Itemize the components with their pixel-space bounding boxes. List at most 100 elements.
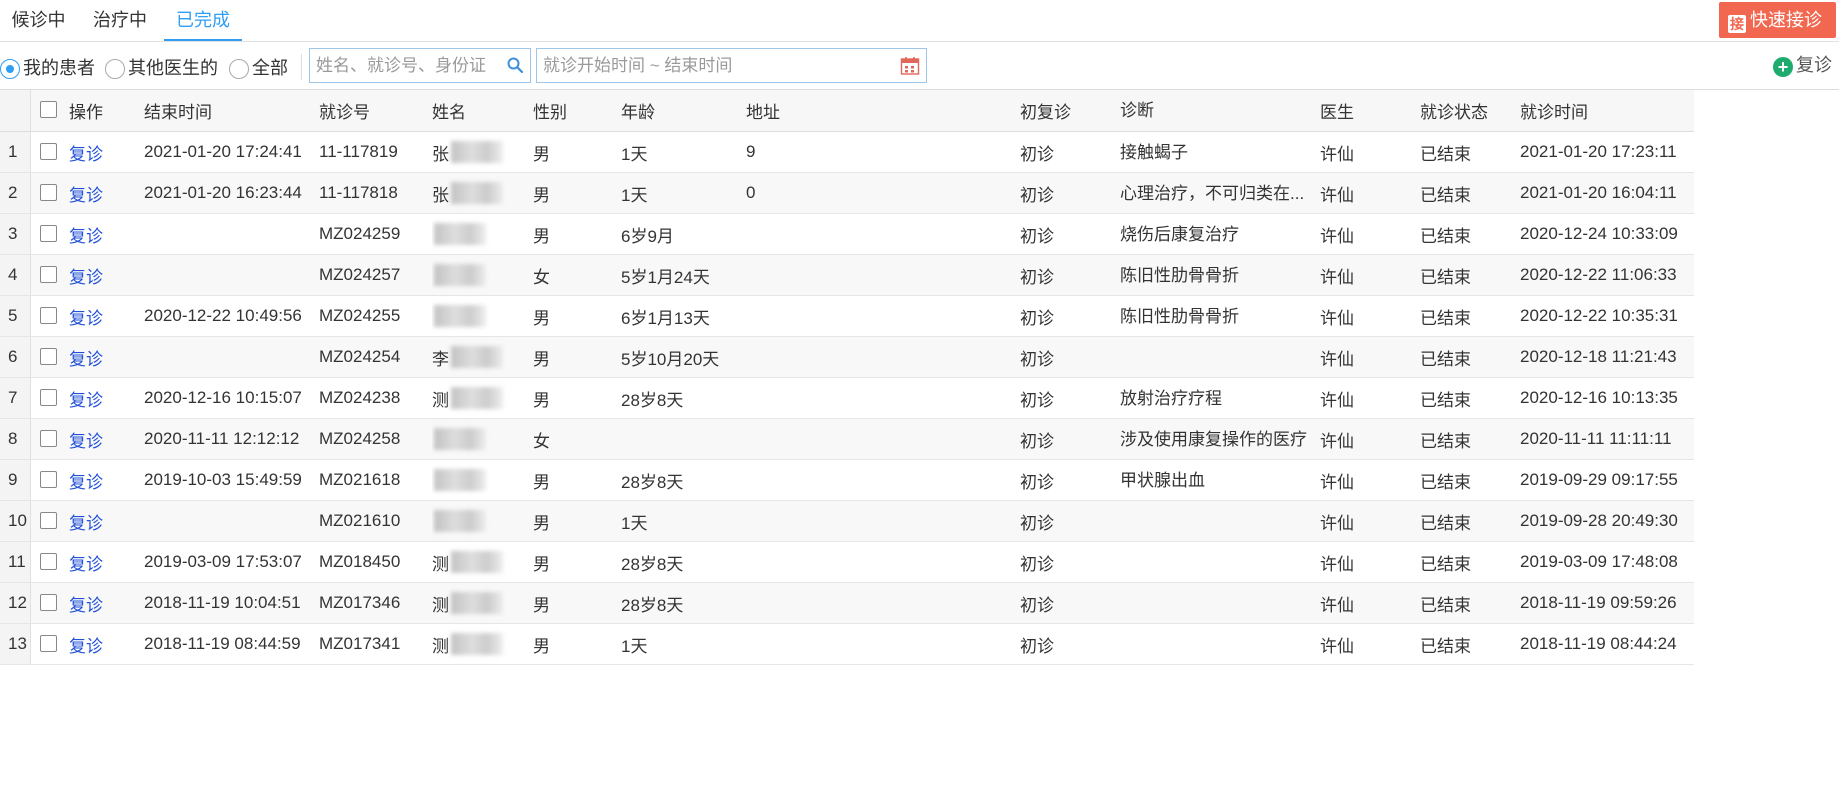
table-row[interactable]: 13 复诊 测 2018-11-19 08:44:59 MZ017341 男 1天 初诊 许仙 已… xyxy=(0,624,1694,665)
column-header[interactable]: 姓名 xyxy=(432,90,528,131)
visit-type-cell: 初诊 xyxy=(1020,308,1054,328)
column-header[interactable]: 地址 xyxy=(746,90,1014,131)
end-time-cell: 2021-01-20 16:23:44 xyxy=(144,183,302,202)
search-field[interactable] xyxy=(309,48,531,83)
radio-all[interactable]: 全部 xyxy=(229,57,288,79)
tab-bar: 候诊中 治疗中 已完成 接快速接诊 xyxy=(0,0,1839,42)
row-checkbox[interactable] xyxy=(40,307,57,324)
revisit-link[interactable]: 复诊 xyxy=(69,140,103,165)
row-checkbox[interactable] xyxy=(40,266,57,283)
calendar-icon[interactable] xyxy=(900,56,920,76)
row-checkbox[interactable] xyxy=(40,430,57,447)
row-checkbox[interactable] xyxy=(40,553,57,570)
date-range-input[interactable] xyxy=(537,49,889,82)
column-header[interactable]: 就诊号 xyxy=(319,90,427,131)
table-row[interactable]: 9 复诊 2019-10-03 15:49:59 MZ021618 男 28岁8天 初诊 甲状… xyxy=(0,460,1694,501)
table-row[interactable]: 8 复诊 2020-11-11 12:12:12 MZ024258 女 初诊 涉及使用康复操… xyxy=(0,419,1694,460)
diagnosis-cell: 烧伤后康复治疗 xyxy=(1120,225,1239,244)
visit-type-cell: 初诊 xyxy=(1020,390,1054,410)
tab-completed[interactable]: 已完成 xyxy=(164,0,242,41)
radio-dot[interactable] xyxy=(0,59,20,79)
row-checkbox[interactable] xyxy=(40,348,57,365)
column-header[interactable]: 医生 xyxy=(1320,90,1416,131)
search-icon[interactable] xyxy=(506,56,524,74)
status-cell: 已结束 xyxy=(1420,636,1471,656)
table-row[interactable]: 6 复诊 李 MZ024254 男 5岁10月20天 初诊 许仙 已结束 2020-12-18 1… xyxy=(0,337,1694,378)
revisit-link[interactable]: 复诊 xyxy=(69,632,103,657)
visit-number-cell: MZ017341 xyxy=(319,634,401,653)
date-range-field[interactable] xyxy=(536,48,927,83)
patient-name-text: 测 xyxy=(432,390,449,410)
row-number: 12 xyxy=(0,583,31,623)
radio-my-patients[interactable]: 我的患者 xyxy=(0,57,95,79)
revisit-link[interactable]: 复诊 xyxy=(69,427,103,452)
table-row[interactable]: 3 复诊 MZ024259 男 6岁9月 初诊 烧伤后康复治疗 许仙 已结束 2020-12-24… xyxy=(0,214,1694,255)
revisit-link[interactable]: 复诊 xyxy=(69,468,103,493)
action-cell: 复诊 xyxy=(69,337,139,377)
column-header[interactable]: 就诊时间 xyxy=(1520,90,1692,131)
diagnosis-cell xyxy=(1120,501,1316,541)
address-cell xyxy=(746,296,1014,336)
visit-number-cell: MZ018450 xyxy=(319,552,401,571)
select-all-checkbox[interactable] xyxy=(40,101,57,118)
doctor-cell: 许仙 xyxy=(1320,308,1354,328)
revisit-link[interactable]: 复诊 xyxy=(69,386,103,411)
row-checkbox[interactable] xyxy=(40,225,57,242)
row-checkbox[interactable] xyxy=(40,635,57,652)
revisit-button[interactable]: + 复诊 xyxy=(1773,53,1832,77)
patient-name-text: 测 xyxy=(432,636,449,656)
table-row[interactable]: 10 复诊 MZ021610 男 1天 初诊 许仙 已结束 2019-09-28 20:49:3… xyxy=(0,501,1694,542)
table-row[interactable]: 4 复诊 MZ024257 女 5岁1月24天 初诊 陈旧性肋骨骨折 许仙 已结束 2020-12… xyxy=(0,255,1694,296)
revisit-link[interactable]: 复诊 xyxy=(69,304,103,329)
table-row[interactable]: 5 复诊 2020-12-22 10:49:56 MZ024255 男 6岁1月13天 初诊… xyxy=(0,296,1694,337)
revisit-link[interactable]: 复诊 xyxy=(69,509,103,534)
table-row[interactable]: 11 复诊 测 2019-03-09 17:53:07 MZ018450 男 28岁8天 初诊… xyxy=(0,542,1694,583)
name-cell: 张 xyxy=(432,173,528,213)
row-checkbox[interactable] xyxy=(40,389,57,406)
end-time-cell: 2019-10-03 15:49:59 xyxy=(144,470,302,489)
radio-other-doctors[interactable]: 其他医生的 xyxy=(105,57,218,79)
row-checkbox[interactable] xyxy=(40,594,57,611)
revisit-link[interactable]: 复诊 xyxy=(69,345,103,370)
doctor-cell: 许仙 xyxy=(1320,226,1354,246)
column-header[interactable]: 年龄 xyxy=(621,90,741,131)
row-checkbox[interactable] xyxy=(40,512,57,529)
revisit-link[interactable]: 复诊 xyxy=(69,591,103,616)
search-input[interactable] xyxy=(310,49,502,82)
age-cell: 1天 xyxy=(621,144,648,164)
visit-type-cell: 初诊 xyxy=(1020,595,1054,615)
visit-type-cell: 初诊 xyxy=(1020,349,1054,369)
row-checkbox[interactable] xyxy=(40,184,57,201)
column-header[interactable]: 诊断 xyxy=(1120,90,1316,131)
column-header[interactable]: 初复诊 xyxy=(1020,90,1116,131)
row-number: 13 xyxy=(0,624,31,664)
revisit-link[interactable]: 复诊 xyxy=(69,263,103,288)
revisit-link[interactable]: 复诊 xyxy=(69,550,103,575)
row-checkbox[interactable] xyxy=(40,471,57,488)
revisit-link[interactable]: 复诊 xyxy=(69,181,103,206)
action-cell: 复诊 xyxy=(69,542,139,582)
row-checkbox[interactable] xyxy=(40,143,57,160)
visit-number-cell: MZ024254 xyxy=(319,347,401,366)
end-time-cell: 2020-11-11 12:12:12 xyxy=(144,429,300,448)
end-time-cell xyxy=(144,255,314,295)
column-header[interactable]: 结束时间 xyxy=(144,90,314,131)
row-number-header xyxy=(0,90,31,131)
column-header[interactable]: 操作 xyxy=(69,90,139,131)
radio-dot[interactable] xyxy=(105,59,125,79)
table-row[interactable]: 2 复诊 张 2021-01-20 16:23:44 11-117818 男 1天 0 初诊 心理… xyxy=(0,173,1694,214)
divider xyxy=(301,54,302,80)
visit-type-cell: 初诊 xyxy=(1020,267,1054,287)
quick-reception-button[interactable]: 接快速接诊 xyxy=(1719,2,1836,38)
column-header[interactable]: 就诊状态 xyxy=(1420,90,1516,131)
table-row[interactable]: 7 复诊 测 2020-12-16 10:15:07 MZ024238 男 28岁8天 初诊 放… xyxy=(0,378,1694,419)
column-header[interactable]: 性别 xyxy=(533,90,613,131)
sex-cell: 男 xyxy=(533,513,550,533)
table-row[interactable]: 1 复诊 张 2021-01-20 17:24:41 11-117819 男 1天 9 初诊 接触… xyxy=(0,132,1694,173)
table-row[interactable]: 12 复诊 测 2018-11-19 10:04:51 MZ017346 男 28岁8天 初诊… xyxy=(0,583,1694,624)
tab-in-treatment[interactable]: 治疗中 xyxy=(84,0,156,41)
revisit-link[interactable]: 复诊 xyxy=(69,222,103,247)
tab-waiting[interactable]: 候诊中 xyxy=(0,0,77,41)
radio-dot[interactable] xyxy=(229,59,249,79)
status-cell: 已结束 xyxy=(1420,595,1471,615)
